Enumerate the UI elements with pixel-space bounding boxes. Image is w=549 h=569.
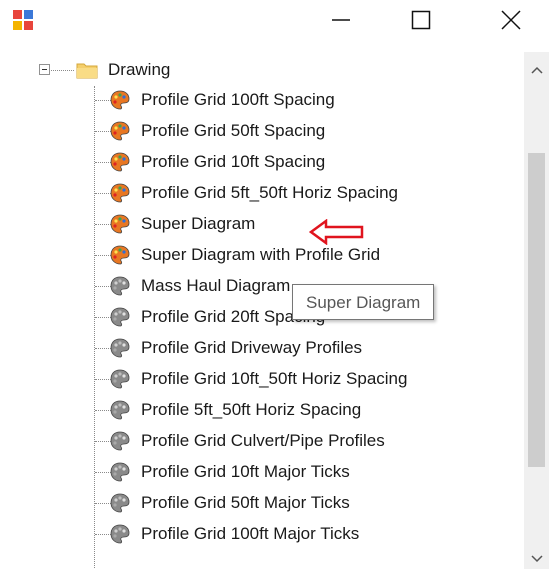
minimize-button[interactable] xyxy=(318,0,364,40)
palette-gray-icon xyxy=(110,524,130,544)
maximize-icon xyxy=(411,10,431,30)
palette-gray-icon xyxy=(110,276,130,296)
palette-gray-icon xyxy=(110,431,130,451)
tree-item[interactable]: Profile Grid Driveway Profiles xyxy=(109,333,362,363)
palette-icon xyxy=(110,214,130,234)
tree-item-label: Profile Grid 10ft Spacing xyxy=(141,152,326,171)
close-button[interactable] xyxy=(488,0,534,40)
collapse-toggle[interactable] xyxy=(39,64,50,75)
tree-item[interactable]: Super Diagram xyxy=(109,209,255,239)
palette-gray-icon xyxy=(110,493,130,513)
palette-icon xyxy=(110,90,130,110)
tree-item[interactable]: Profile Grid Culvert/Pipe Profiles xyxy=(109,426,385,456)
tree-item[interactable]: Profile Grid 5ft_50ft Horiz Spacing xyxy=(109,178,398,208)
app-window-icon xyxy=(13,10,33,30)
palette-gray-icon xyxy=(110,400,130,420)
scroll-down-button[interactable] xyxy=(524,549,549,569)
scroll-up-button[interactable] xyxy=(524,52,549,88)
palette-gray-icon xyxy=(110,338,130,358)
tree-guide-line xyxy=(51,70,74,71)
tree-item-label: Profile Grid 100ft Major Ticks xyxy=(141,524,360,543)
tree-item[interactable]: Profile Grid 10ft Major Ticks xyxy=(109,457,350,487)
tree-item-label: Super Diagram xyxy=(141,214,256,233)
tree-item[interactable]: Profile Grid 50ft Spacing xyxy=(109,116,325,146)
left-arrow-icon xyxy=(309,219,364,245)
tree-item-label: Mass Haul Diagram xyxy=(141,276,291,295)
palette-icon xyxy=(110,152,130,172)
tree-item-label: Profile Grid 10ft Major Ticks xyxy=(141,462,350,481)
tree-item-label: Profile Grid 5ft_50ft Horiz Spacing xyxy=(141,183,399,202)
tree-item[interactable]: Profile Grid 100ft Major Ticks xyxy=(109,519,359,549)
tree-item-label: Profile Grid Culvert/Pipe Profiles xyxy=(141,431,385,450)
maximize-button[interactable] xyxy=(398,0,444,40)
vertical-scrollbar[interactable] xyxy=(524,52,549,569)
tree-item-label: Profile Grid 10ft_50ft Horiz Spacing xyxy=(141,369,408,388)
tree-root-label: Drawing xyxy=(108,60,171,79)
tree-item[interactable]: Mass Haul Diagram xyxy=(109,271,290,301)
palette-icon xyxy=(110,183,130,203)
tree-item[interactable]: Profile Grid 10ft Spacing xyxy=(109,147,325,177)
chevron-down-icon xyxy=(530,555,543,563)
palette-icon xyxy=(110,121,130,141)
chevron-up-icon xyxy=(530,66,543,74)
tree-item[interactable]: Profile 5ft_50ft Horiz Spacing xyxy=(109,395,361,425)
palette-gray-icon xyxy=(110,369,130,389)
tree-guide-line xyxy=(94,86,95,569)
palette-gray-icon xyxy=(110,307,130,327)
tree-item[interactable]: Profile Grid 10ft_50ft Horiz Spacing xyxy=(109,364,407,394)
title-bar xyxy=(0,0,549,40)
tree-item[interactable]: Profile Grid 100ft Spacing xyxy=(109,85,335,115)
tooltip: Super Diagram xyxy=(292,284,435,320)
tree-item-label: Profile Grid 50ft Spacing xyxy=(141,121,326,140)
tree-view[interactable]: Drawing Profile Grid 100ft Spacing Profil… xyxy=(0,52,524,569)
tree-item[interactable]: Profile Grid 50ft Major Ticks xyxy=(109,488,350,518)
scroll-thumb[interactable] xyxy=(528,153,545,467)
palette-icon xyxy=(110,245,130,265)
tree-item-label: Profile Grid 100ft Spacing xyxy=(141,90,335,109)
tree-root-drawing[interactable]: Drawing xyxy=(76,55,170,85)
tree-item-label: Profile Grid Driveway Profiles xyxy=(141,338,363,357)
minimize-icon xyxy=(332,19,350,21)
folder-icon xyxy=(76,63,98,79)
tree-item-label: Profile 5ft_50ft Horiz Spacing xyxy=(141,400,362,419)
palette-gray-icon xyxy=(110,462,130,482)
close-icon xyxy=(501,10,521,30)
tree-item-label: Profile Grid 50ft Major Ticks xyxy=(141,493,350,512)
